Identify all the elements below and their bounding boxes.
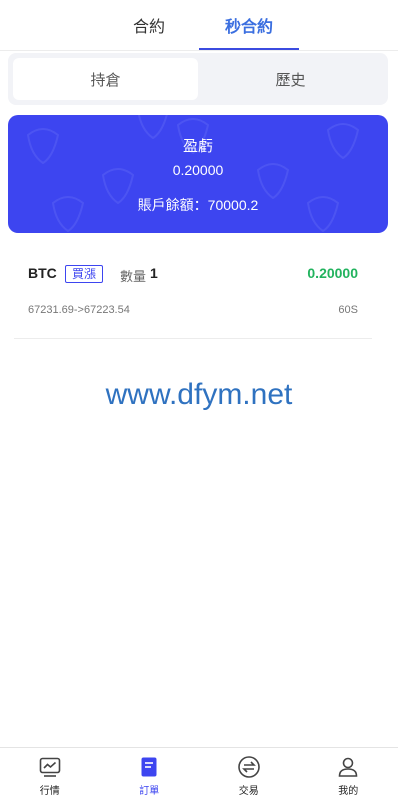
nav-trade-label: 交易: [238, 786, 259, 797]
bottom-nav: 行情 訂單 交易 我的: [0, 747, 398, 797]
order-symbol: BTC: [28, 265, 57, 281]
nav-orders[interactable]: 訂單: [100, 748, 200, 797]
nav-trade[interactable]: 交易: [199, 748, 299, 797]
pnl-title: 盈虧: [182, 138, 213, 155]
exchange-icon: [237, 756, 260, 778]
nav-profile[interactable]: 我的: [299, 748, 398, 797]
order-row[interactable]: BTC 買漲 數量 1 0.20000 67231.69->67223.54 6…: [14, 252, 372, 339]
tab-second-contract[interactable]: 秒合約: [199, 0, 299, 50]
segment-history[interactable]: 歷史: [198, 58, 383, 100]
order-pnl: 0.20000: [307, 265, 358, 281]
account-balance: 賬戶餘額：70000.2: [137, 197, 259, 213]
order-side-badge: 買漲: [65, 265, 104, 283]
pnl-value: 0.20000: [172, 162, 224, 178]
nav-profile-label: 我的: [338, 786, 359, 797]
segment-positions[interactable]: 持倉: [13, 58, 198, 100]
order-qty-value: 1: [150, 265, 158, 281]
order-duration: 60S: [338, 304, 358, 316]
pnl-summary-card: 盈虧 0.20000 賬戶餘額：70000.2: [8, 115, 388, 233]
nav-market-label: 行情: [39, 786, 60, 797]
order-prices: 67231.69->67223.54: [28, 304, 130, 316]
nav-orders-label: 訂單: [139, 786, 160, 797]
order-qty-label: 數量: [120, 269, 147, 284]
user-icon: [338, 757, 358, 777]
tab-contract[interactable]: 合約: [99, 0, 199, 50]
nav-market[interactable]: 行情: [0, 748, 100, 797]
position-history-segment: 持倉 歷史: [8, 53, 388, 105]
chart-monitor-icon: [39, 757, 61, 777]
top-tabs: 合約 秒合約: [0, 0, 398, 51]
watermark-text: www.dfym.net: [105, 378, 293, 411]
order-doc-icon: [141, 757, 157, 777]
